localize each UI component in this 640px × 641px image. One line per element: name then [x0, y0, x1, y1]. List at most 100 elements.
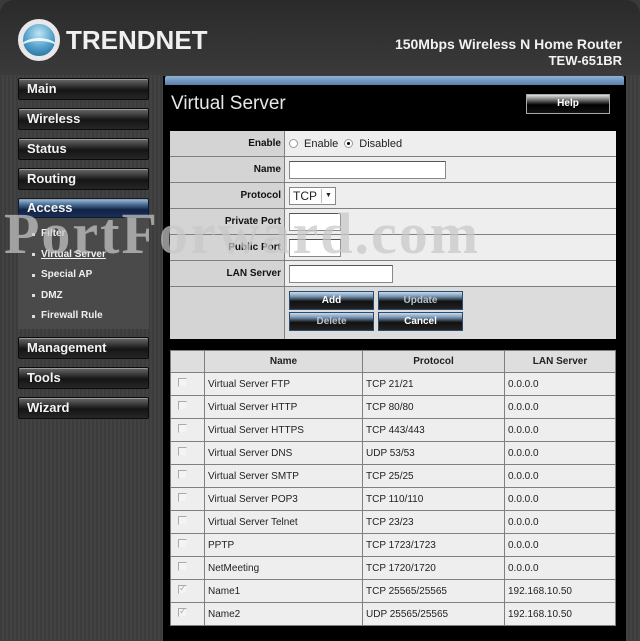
enable-row: Enable Enable Disabled — [170, 131, 616, 157]
sidebar-item-management[interactable]: Management — [18, 336, 149, 359]
row-lan-server: 192.168.10.50 — [504, 579, 616, 603]
table-row: Virtual Server POP3 TCP 110/110 0.0.0.0 — [170, 487, 616, 511]
disabled-radio-label: Disabled — [359, 137, 403, 150]
row-name: NetMeeting — [204, 556, 363, 580]
row-name: PPTP — [204, 533, 363, 557]
disabled-radio[interactable] — [344, 139, 354, 148]
product-model: TEW-651BR — [548, 53, 622, 68]
row-lan-server: 0.0.0.0 — [504, 372, 616, 396]
table-row: Name1TCP 25565/25565192.168.10.50 — [170, 579, 616, 603]
bullet-icon — [32, 314, 35, 318]
sidebar-item-status[interactable]: Status — [18, 138, 149, 160]
private-port-input[interactable] — [289, 212, 341, 231]
row-checkbox[interactable] — [178, 378, 187, 387]
row-protocol: TCP 80/80 — [362, 395, 505, 419]
sidebar-item-wireless[interactable]: Wireless — [18, 108, 149, 130]
table-row: Virtual Server Telnet TCP 23/23 0.0.0.0 — [170, 510, 616, 534]
row-select-cell — [170, 602, 205, 626]
product-line: 150Mbps Wireless N Home Router — [394, 36, 622, 52]
public-port-input[interactable] — [289, 238, 341, 257]
name-label: Name — [170, 157, 285, 182]
bullet-icon — [32, 232, 35, 236]
router-admin-page: TRENDnet 150Mbps Wireless N Home Router … — [0, 0, 640, 641]
submenu-item-special-ap[interactable]: Special AP — [32, 265, 149, 286]
row-protocol: TCP 25/25 — [362, 464, 505, 488]
page-title: Virtual Server — [171, 93, 286, 114]
brand-name: TRENDnet — [66, 24, 208, 55]
row-lan-server: 0.0.0.0 — [504, 418, 616, 442]
table-row: Virtual Server SMTP TCP 25/25 0.0.0.0 — [170, 464, 616, 488]
trendnet-logo-icon — [18, 19, 60, 61]
row-select-cell — [170, 556, 205, 580]
row-checkbox[interactable] — [178, 470, 187, 479]
submenu-item-virtual-server[interactable]: Virtual Server — [32, 245, 149, 266]
table-row: PPTP TCP 1723/1723 0.0.0.0 — [170, 533, 616, 557]
delete-button[interactable]: Delete — [289, 312, 374, 331]
submenu-label: Firewall Rule — [41, 310, 103, 322]
bullet-icon — [32, 253, 35, 257]
private-port-row: Private Port — [170, 209, 616, 235]
virtual-server-form: Enable Enable Disabled Name Protocol TCP… — [170, 131, 616, 339]
column-header-protocol: Protocol — [362, 350, 505, 373]
row-select-cell — [170, 418, 205, 442]
enable-radio[interactable] — [289, 139, 298, 148]
row-select-cell — [170, 464, 205, 488]
cancel-button[interactable]: Cancel — [378, 312, 463, 331]
submenu-item-dmz[interactable]: DMZ — [32, 286, 149, 307]
sidebar-item-main[interactable]: Main — [18, 78, 149, 100]
row-checkbox[interactable] — [178, 539, 187, 548]
public-port-label: Public Port — [170, 235, 285, 260]
row-protocol: TCP 110/110 — [362, 487, 505, 511]
protocol-row: Protocol TCP ▼ — [170, 183, 616, 209]
enable-label: Enable — [170, 131, 285, 156]
submenu-item-firewall-rule[interactable]: Firewall Rule — [32, 306, 149, 327]
private-port-label: Private Port — [170, 209, 285, 234]
table-header-row: Name Protocol LAN Server — [170, 350, 616, 373]
row-checkbox[interactable] — [178, 606, 187, 617]
bullet-icon — [32, 294, 35, 298]
row-lan-server: 0.0.0.0 — [504, 487, 616, 511]
table-row: Name2UDP 25565/25565192.168.10.50 — [170, 602, 616, 626]
submenu-label: Special AP — [41, 269, 93, 281]
row-checkbox[interactable] — [178, 424, 187, 433]
row-select-cell — [170, 395, 205, 419]
row-checkbox[interactable] — [178, 447, 187, 456]
row-checkbox[interactable] — [178, 516, 187, 525]
row-checkbox[interactable] — [178, 401, 187, 410]
chevron-down-icon: ▼ — [321, 188, 335, 203]
protocol-select[interactable]: TCP ▼ — [289, 186, 336, 205]
form-buttons-row: Add Update Delete Cancel — [170, 287, 616, 339]
row-name: Virtual Server HTTPS — [204, 418, 363, 442]
row-select-cell — [170, 441, 205, 465]
sidebar-item-access[interactable]: Access — [18, 198, 149, 218]
row-protocol: TCP 1723/1723 — [362, 533, 505, 557]
lan-server-input[interactable] — [289, 264, 393, 283]
brand-logo: TRENDnet — [18, 18, 208, 62]
row-lan-server: 0.0.0.0 — [504, 464, 616, 488]
submenu-item-filter[interactable]: Filter — [32, 224, 149, 245]
virtual-server-table: Name Protocol LAN Server Virtual Server … — [170, 350, 616, 626]
help-button[interactable]: Help — [526, 94, 610, 114]
update-button[interactable]: Update — [378, 291, 463, 310]
main-content: Virtual Server Help Enable Enable Disabl… — [163, 76, 626, 641]
row-lan-server: 0.0.0.0 — [504, 395, 616, 419]
row-name: Virtual Server DNS — [204, 441, 363, 465]
lan-server-label: LAN Server — [170, 261, 285, 286]
row-select-cell — [170, 372, 205, 396]
row-name: Virtual Server SMTP — [204, 464, 363, 488]
row-checkbox[interactable] — [178, 493, 187, 502]
name-row: Name — [170, 157, 616, 183]
row-name: Name2 — [204, 602, 363, 626]
row-checkbox[interactable] — [178, 562, 187, 571]
row-select-cell — [170, 579, 205, 603]
column-header-select — [170, 350, 205, 373]
row-lan-server: 192.168.10.50 — [504, 602, 616, 626]
sidebar-item-routing[interactable]: Routing — [18, 168, 149, 190]
sidebar-item-wizard[interactable]: Wizard — [18, 396, 149, 419]
add-button[interactable]: Add — [289, 291, 374, 310]
column-header-lan-server: LAN Server — [504, 350, 616, 373]
name-input[interactable] — [289, 160, 446, 179]
row-checkbox[interactable] — [178, 583, 187, 594]
row-protocol: UDP 25565/25565 — [362, 602, 505, 626]
sidebar-item-tools[interactable]: Tools — [18, 366, 149, 389]
